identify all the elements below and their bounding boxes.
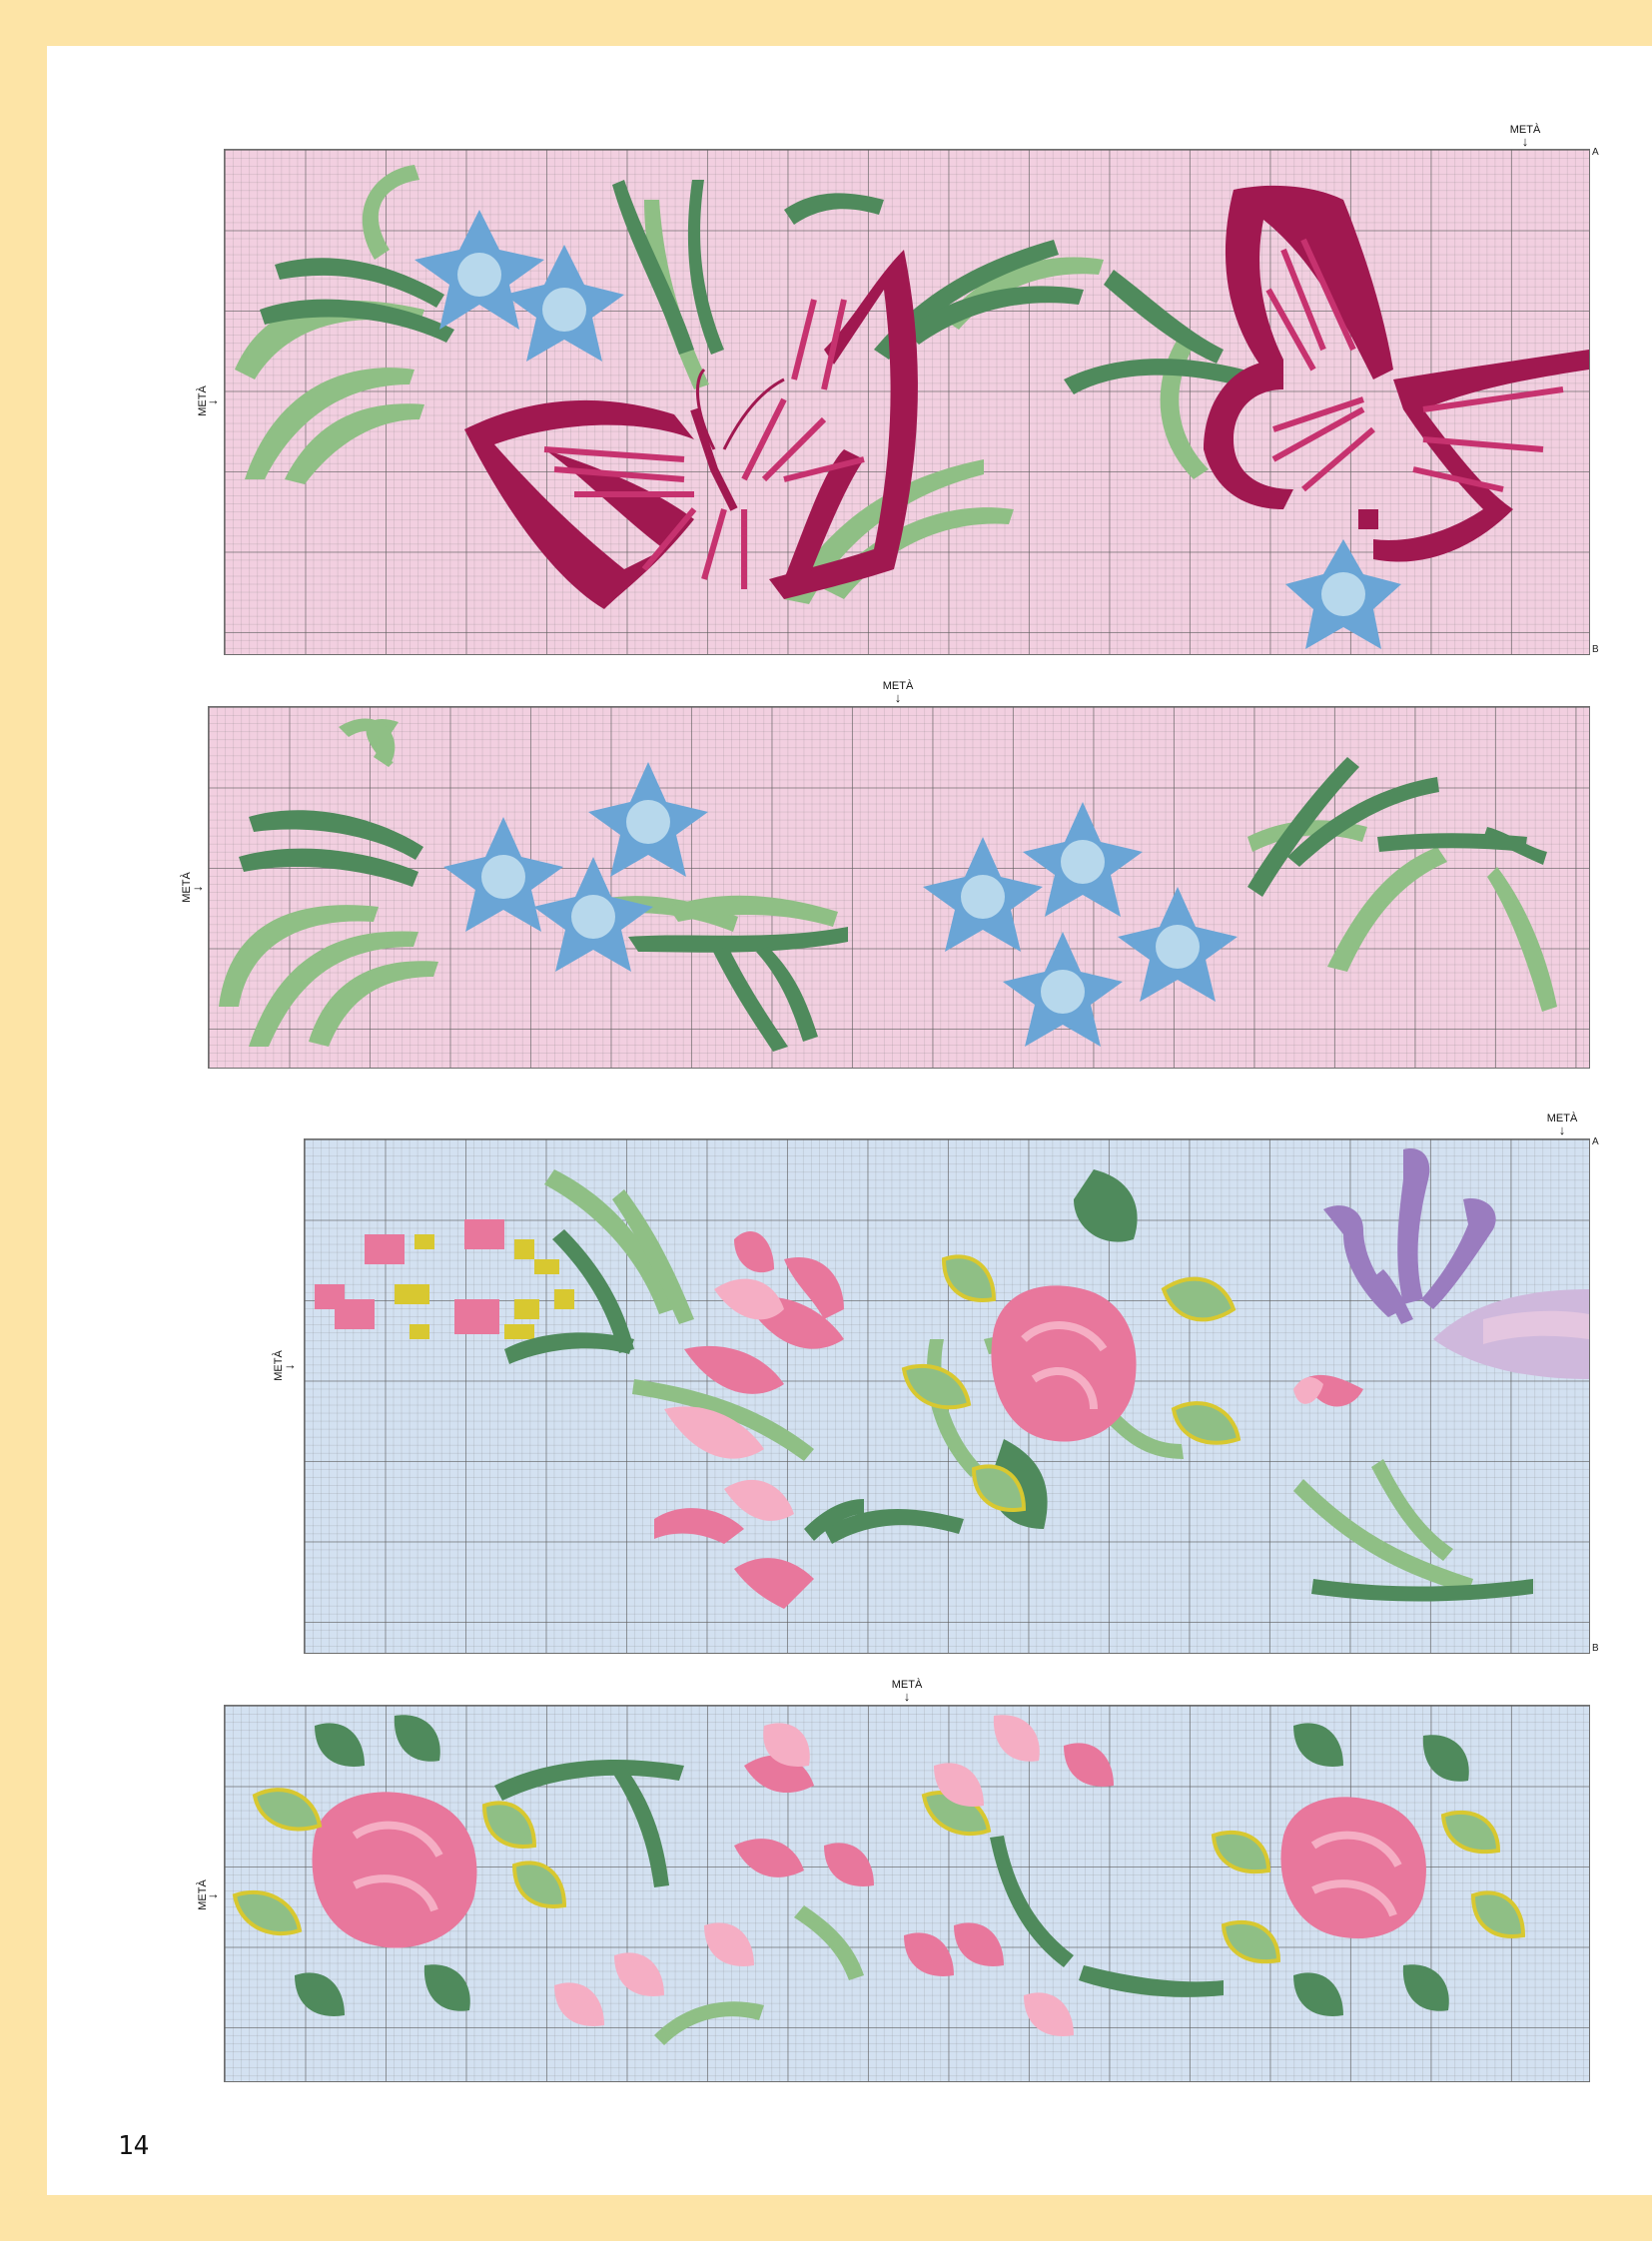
center-marker-chart-1: METÀ ↓	[1505, 125, 1545, 149]
corner-label-b: B	[1592, 1643, 1599, 1654]
corner-label-a: A	[1592, 1136, 1599, 1147]
right-arrow-icon: →	[192, 879, 205, 894]
right-arrow-icon: →	[207, 392, 220, 407]
down-arrow-icon: ↓	[894, 690, 902, 705]
chart-2-grid	[208, 706, 1590, 1069]
right-arrow-icon: →	[207, 1886, 220, 1901]
chart-3-pattern	[315, 1148, 1589, 1609]
chart-3-grid	[304, 1138, 1590, 1654]
chart-4-grid	[224, 1705, 1590, 2082]
page-number: 14	[118, 2131, 150, 2161]
right-arrow-icon: →	[284, 1357, 297, 1372]
center-marker-chart-4: METÀ ↓	[887, 1680, 927, 1704]
center-marker-chart-3: METÀ ↓	[1542, 1114, 1582, 1137]
chart-1-pattern	[235, 165, 1589, 649]
chart-4-pattern	[232, 1715, 1526, 2045]
chart-1-grid	[224, 149, 1590, 655]
down-arrow-icon: ↓	[903, 1689, 911, 1704]
corner-label-a: A	[1592, 147, 1599, 158]
down-arrow-icon: ↓	[1558, 1122, 1566, 1137]
down-arrow-icon: ↓	[1521, 134, 1529, 149]
center-marker-chart-2: METÀ ↓	[878, 681, 918, 705]
chart-2-pattern	[219, 718, 1557, 1052]
corner-label-b: B	[1592, 644, 1599, 655]
